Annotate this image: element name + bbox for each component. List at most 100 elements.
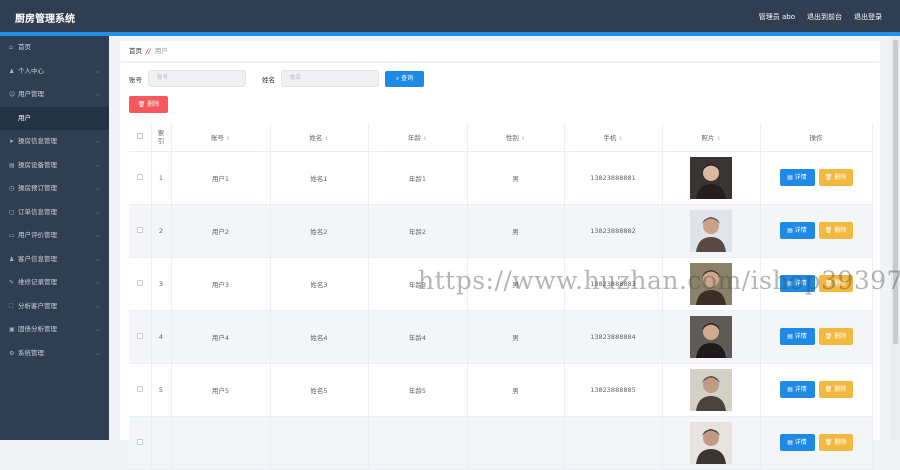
table-row[interactable]: 5 用户5 姓名5 年龄5 男 13823888885 ▤ 详情 🗑 删除 — [129, 363, 873, 417]
chevron-down-icon: ⌵ — [95, 67, 100, 75]
sort-icon[interactable]: ⇕ — [618, 136, 622, 142]
row-checkbox[interactable] — [136, 279, 143, 286]
index-cell: 4 — [151, 310, 172, 364]
phone-header[interactable]: 手机 ⇕ — [564, 123, 663, 152]
name-cell: 姓名2 — [270, 204, 369, 258]
select-all-checkbox[interactable] — [136, 132, 143, 139]
sort-icon[interactable]: ⇕ — [423, 136, 427, 142]
select-cell[interactable] — [129, 204, 152, 258]
sidebar-item[interactable]: 用户 — [0, 106, 109, 130]
header-actions: 管理员 abo 退出到前台 退出登录 — [759, 12, 882, 22]
select-all-header[interactable] — [129, 123, 152, 152]
sidebar-item[interactable]: ▤ 操房设备管理 ⌵ — [0, 154, 109, 178]
photo-header[interactable]: 照片 ⇕ — [662, 123, 761, 152]
batch-delete-button[interactable]: 🗑 删除 — [129, 96, 168, 113]
sidebar-item-label: 固债分析管理 — [18, 325, 57, 333]
delete-button-label: 删除 — [834, 333, 847, 340]
detail-button[interactable]: ▤ 详情 — [779, 434, 815, 451]
gender-cell: 男 — [467, 151, 565, 205]
select-cell[interactable] — [129, 310, 152, 364]
breadcrumb-current: 用户 — [154, 47, 168, 55]
sidebar-item-label: 系统管理 — [18, 348, 44, 357]
account-cell: 用户5 — [171, 363, 271, 417]
breadcrumb-home[interactable]: 首页 — [129, 47, 142, 55]
select-cell[interactable] — [129, 257, 152, 311]
table-header-row: 索引 账号 ⇕ 姓名 ⇕ 年龄 ⇕ 性别 ⇕ 手机 ⇕ 照片 ⇕ 操作 — [129, 123, 873, 152]
sidebar-item-label: 首页 — [18, 43, 31, 51]
detail-button[interactable]: ▤ 详情 — [779, 381, 815, 398]
select-cell[interactable] — [129, 363, 152, 417]
logout-link[interactable]: 退出登录 — [854, 12, 882, 22]
table-row[interactable]: ▤ 详情 🗑 删除 — [129, 416, 873, 470]
account-label: 账号 — [129, 75, 142, 84]
age-header-label: 年龄 — [407, 133, 421, 142]
ops-header: 操作 — [760, 123, 873, 152]
gender-cell — [467, 416, 565, 470]
sidebar-item-label: 用户管理 — [18, 90, 44, 98]
index-cell: 3 — [151, 257, 172, 311]
sidebar-item[interactable]: ⌂ 首页 — [0, 36, 109, 60]
row-checkbox[interactable] — [136, 438, 143, 445]
sidebar-item-label: 客户信息管理 — [18, 254, 57, 263]
delete-button-label: 删除 — [834, 174, 847, 181]
gender-header[interactable]: 性别 ⇕ — [467, 123, 565, 152]
detail-button[interactable]: ▤ 详情 — [779, 222, 815, 239]
account-cell: 用户1 — [171, 151, 271, 205]
account-input[interactable]: 账号 — [148, 70, 246, 87]
select-cell[interactable] — [129, 416, 152, 470]
document-icon: ▢ — [9, 208, 15, 216]
sidebar-item[interactable]: ▢ 订单信息管理 ⌵ — [0, 201, 109, 225]
row-checkbox[interactable] — [136, 385, 143, 392]
sort-icon[interactable]: ⇕ — [324, 136, 328, 142]
image-icon: ▣ — [9, 326, 15, 333]
row-checkbox[interactable] — [136, 173, 143, 180]
age-cell: 年龄1 — [368, 151, 468, 205]
user-photo — [690, 209, 732, 252]
row-checkbox[interactable] — [136, 226, 143, 233]
sidebar-item[interactable]: ⛶ 分析客户管理 ⌵ — [0, 295, 109, 319]
delete-button[interactable]: 🗑 删除 — [818, 222, 853, 239]
age-header[interactable]: 年龄 ⇕ — [368, 123, 468, 152]
sidebar-item[interactable]: ♟ 个人中心 ⌵ — [0, 60, 109, 84]
delete-button[interactable]: 🗑 删除 — [818, 434, 853, 451]
sidebar-item[interactable]: ⚙ 系统管理 ⌵ — [0, 342, 109, 366]
delete-button-label: 删除 — [834, 386, 847, 393]
name-input[interactable]: 姓名 — [281, 70, 379, 87]
sort-icon[interactable]: ⇕ — [716, 136, 720, 142]
table-row[interactable]: 2 用户2 姓名2 年龄2 男 13823888882 ▤ 详情 🗑 删除 — [129, 204, 873, 258]
sidebar-item-label: 分析客户管理 — [18, 301, 57, 310]
delete-button[interactable]: 🗑 删除 — [818, 169, 853, 186]
table-row[interactable]: 1 用户1 姓名1 年龄1 男 13823888881 ▤ 详情 🗑 删除 — [129, 151, 873, 205]
customer-icon: ♟ — [9, 255, 15, 263]
detail-button[interactable]: ▤ 详情 — [779, 328, 815, 345]
row-checkbox[interactable] — [136, 332, 143, 339]
index-cell: 2 — [151, 204, 172, 258]
clock-icon: ◷ — [9, 185, 15, 192]
delete-button[interactable]: 🗑 删除 — [818, 381, 853, 398]
sort-icon[interactable]: ⇕ — [521, 136, 525, 142]
detail-button[interactable]: ▤ 详情 — [779, 169, 815, 186]
photo-cell — [662, 310, 761, 364]
sort-icon[interactable]: ⇕ — [226, 136, 230, 142]
sidebar-item[interactable]: ➤ 操房信息管理 ⌵ — [0, 130, 109, 154]
ops-cell: ▤ 详情 🗑 删除 — [760, 363, 873, 417]
name-header[interactable]: 姓名 ⇕ — [270, 123, 369, 152]
scrollbar-thumb[interactable] — [893, 40, 898, 344]
sidebar-item[interactable]: ♟ 客户信息管理 ⌵ — [0, 248, 109, 272]
back-to-frontend-link[interactable]: 退出到前台 — [807, 12, 842, 22]
delete-button[interactable]: 🗑 删除 — [818, 328, 853, 345]
sidebar-item[interactable]: ◷ 操房预订管理 ⌵ — [0, 177, 109, 201]
account-header[interactable]: 账号 ⇕ — [171, 123, 271, 152]
sidebar-item[interactable]: ✎ 维修记录管理 ⌵ — [0, 271, 109, 295]
table-row[interactable]: 4 用户4 姓名4 年龄4 男 13823888884 ▤ 详情 🗑 删除 — [129, 310, 873, 364]
sidebar-item[interactable]: ▭ 用户评价管理 ⌵ — [0, 224, 109, 248]
wrench-icon: ✎ — [9, 279, 15, 286]
query-button[interactable]: ⌕ 查询 — [385, 70, 424, 87]
sidebar-item[interactable]: ☺ 用户管理 ⌵ — [0, 83, 109, 107]
ops-header-label: 操作 — [809, 133, 823, 142]
sidebar-item[interactable]: ▣ 固债分析管理 ⌵ — [0, 318, 109, 342]
sidebar-item-label: 个人中心 — [18, 66, 44, 75]
gender-cell: 男 — [467, 363, 565, 417]
select-cell[interactable] — [129, 151, 152, 205]
age-cell: 年龄4 — [368, 310, 468, 364]
